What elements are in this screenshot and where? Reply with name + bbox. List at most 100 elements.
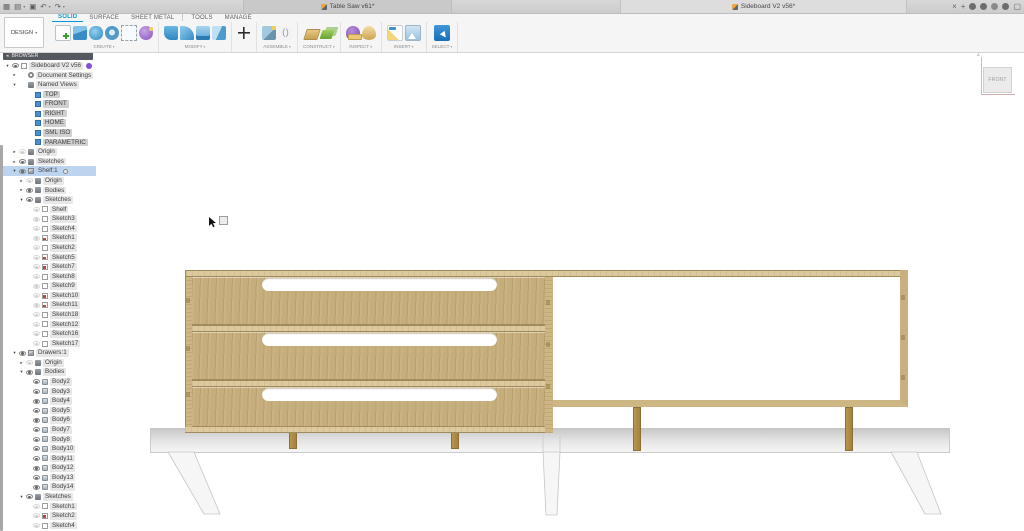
form-icon[interactable] [89,26,103,40]
expand-arrow-icon[interactable]: ▾ [19,197,24,203]
browser-item-sketch4[interactable]: Sketch4 [3,224,96,234]
visibility-eye-icon[interactable] [33,437,40,442]
expand-arrow-icon[interactable]: ▸ [12,149,17,155]
group-label[interactable]: CONSTRUCT▾ [303,44,335,49]
drawer-front-2[interactable] [192,332,545,380]
browser-item-body11[interactable]: Body11 [3,454,96,464]
browser-item-sketches[interactable]: ▸Sketches [3,157,96,167]
visibility-eye-icon[interactable] [33,485,40,490]
activate-component-radio-icon[interactable] [63,169,68,174]
press-pull-icon[interactable] [164,26,178,40]
visibility-eye-icon[interactable] [33,504,40,509]
browser-item-origin[interactable]: ▸Origin [3,147,96,157]
browser-item-home[interactable]: HOME [3,118,96,128]
expand-arrow-icon[interactable]: ▸ [12,159,17,165]
browser-item-sketches[interactable]: ▾Sketches [3,492,96,502]
sideboard-model[interactable] [185,270,908,435]
visibility-eye-icon[interactable] [26,188,33,193]
view-cube-front-face[interactable]: FRONT [983,67,1012,93]
canvas-icon[interactable] [405,25,421,41]
browser-item-front[interactable]: FRONT [3,99,96,109]
restore-window-icon[interactable]: ▢ [1013,0,1021,13]
visibility-eye-icon[interactable] [33,303,40,308]
browser-item-parametric[interactable]: PARAMETRIC [3,138,96,148]
close-document-icon[interactable]: × [952,0,957,13]
workspace-selector[interactable]: DESIGN ▾ [4,17,44,48]
browser-item-shelf-1[interactable]: ▾Shelf:1 [3,166,96,176]
redo-icon[interactable]: ↷ [55,0,61,13]
browser-item-sketch8[interactable]: Sketch8 [3,272,96,282]
open-shelf-frame[interactable] [553,270,908,407]
browser-item-drawers-1[interactable]: ▾Drawers:1 [3,348,96,358]
browser-item-sketch9[interactable]: Sketch9 [3,281,96,291]
browser-item-bodies[interactable]: ▾Bodies [3,368,96,378]
sculpt-icon[interactable] [139,26,153,40]
visibility-eye-icon[interactable] [33,446,40,451]
file-icon[interactable]: ▤ [14,0,21,13]
visibility-eye-icon[interactable] [33,475,40,480]
browser-item-body7[interactable]: Body7 [3,425,96,435]
new-component-icon[interactable] [262,26,276,40]
browser-item-sketch2[interactable]: Sketch2 [3,511,96,521]
expand-arrow-icon[interactable]: ▾ [12,82,17,88]
visibility-eye-icon[interactable] [19,169,26,174]
expand-arrow-icon[interactable]: ▾ [19,494,24,500]
view-cube[interactable]: Z FRONT [974,54,1018,102]
visibility-eye-icon[interactable] [33,408,40,413]
visibility-eye-icon[interactable] [33,293,40,298]
browser-item-sketch1[interactable]: Sketch1 [3,502,96,512]
midplane-icon[interactable] [319,30,334,39]
visibility-eye-icon[interactable] [33,427,40,432]
create-sketch-icon[interactable] [55,25,71,41]
visibility-eye-icon[interactable] [19,351,26,356]
design-viewport[interactable]: Z FRONT [0,52,1024,531]
ribbon-tab-solid[interactable]: SOLID [52,13,83,22]
browser-item-sketch7[interactable]: Sketch7 [3,262,96,272]
expand-arrow-icon[interactable]: ▾ [5,63,10,69]
visibility-eye-icon[interactable] [26,494,33,499]
drawer-front-1[interactable] [192,277,545,325]
browser-item-body10[interactable]: Body10 [3,444,96,454]
browser-item-body14[interactable]: Body14 [3,482,96,492]
browser-item-bodies[interactable]: ▸Bodies [3,186,96,196]
browser-item-sketch4[interactable]: Sketch4 [3,521,96,531]
visibility-eye-icon[interactable] [33,466,40,471]
help-icon[interactable] [991,3,998,10]
browser-item-named-views[interactable]: ▾Named Views [3,80,96,90]
select-icon[interactable] [434,25,450,41]
joint-icon[interactable] [278,26,292,40]
visibility-eye-icon[interactable] [19,149,26,154]
measure-icon[interactable] [346,26,360,40]
browser-item-body6[interactable]: Body6 [3,415,96,425]
visibility-eye-icon[interactable] [33,255,40,260]
visibility-eye-icon[interactable] [33,341,40,346]
browser-item-sml-iso[interactable]: SML ISO [3,128,96,138]
browser-item-body2[interactable]: Body2 [3,377,96,387]
browser-item-sketch12[interactable]: Sketch12 [3,320,96,330]
browser-item-body12[interactable]: Body12 [3,463,96,473]
browser-item-body13[interactable]: Body13 [3,473,96,483]
visibility-eye-icon[interactable] [33,513,40,518]
group-label[interactable]: MODIFY▾ [185,44,206,49]
job-status-icon[interactable] [969,3,976,10]
insert-derive-icon[interactable] [387,25,403,41]
combine-icon[interactable] [212,26,226,40]
browser-item-body5[interactable]: Body5 [3,406,96,416]
browser-item-sketch16[interactable]: Sketch16 [3,329,96,339]
visibility-eye-icon[interactable] [12,63,19,68]
browser-item-sketch3[interactable]: Sketch3 [3,214,96,224]
visibility-eye-icon[interactable] [33,207,40,212]
browser-item-sketch1[interactable]: Sketch1 [3,233,96,243]
browser-item-shelf[interactable]: Shelf [3,205,96,215]
browser-item-body4[interactable]: Body4 [3,396,96,406]
visibility-eye-icon[interactable] [33,245,40,250]
visibility-eye-icon[interactable] [19,159,26,164]
browser-item-body3[interactable]: Body3 [3,387,96,397]
visibility-eye-icon[interactable] [33,217,40,222]
offset-plane-icon[interactable] [303,29,321,40]
component-color-badge-icon[interactable] [86,63,92,69]
fillet-icon[interactable] [180,26,194,40]
save-icon[interactable]: ▣ [29,0,36,13]
browser-item-top[interactable]: TOP [3,90,96,100]
visibility-eye-icon[interactable] [33,226,40,231]
